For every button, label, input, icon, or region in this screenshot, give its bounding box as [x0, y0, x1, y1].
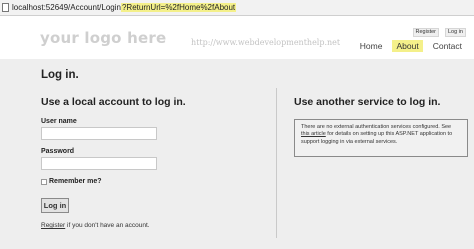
external-auth-message-box: There are no external authentication ser… [294, 119, 468, 157]
site-logo[interactable]: your logo here [40, 29, 166, 47]
main-content: Log in. Use a local account to log in. U… [0, 59, 474, 249]
register-link[interactable]: Register [41, 222, 65, 229]
login-header-link[interactable]: Log in [445, 28, 466, 37]
address-bar[interactable]: localhost:52649/Account/Login?ReturnUrl=… [0, 0, 474, 16]
local-account-heading: Use a local account to log in. [41, 96, 186, 108]
site-header: your logo here http://www.webdevelopment… [0, 16, 474, 59]
register-prompt: Register if you don't have an account. [41, 222, 150, 229]
external-auth-message: There are no external authentication ser… [301, 124, 461, 146]
password-input[interactable] [41, 157, 157, 170]
site-tagline: http://www.webdevelopmenthelp.net [191, 38, 341, 47]
url-text[interactable]: localhost:52649/Account/Login?ReturnUrl=… [12, 2, 237, 14]
url-base: localhost:52649/Account/Login [12, 3, 121, 12]
external-info-before: There are no external authentication ser… [301, 124, 452, 130]
login-button[interactable]: Log in [41, 198, 69, 213]
nav-contact[interactable]: Contact [429, 40, 466, 52]
column-divider [276, 88, 277, 238]
remember-me-label[interactable]: Remember me? [49, 178, 102, 185]
password-label: Password [41, 148, 75, 155]
nav-home[interactable]: Home [356, 40, 387, 52]
url-query-highlight: ?ReturnUrl=%2fHome%2fAbout [120, 3, 237, 12]
account-links: Register Log in [412, 28, 466, 37]
nav-about[interactable]: About [392, 40, 423, 52]
page-icon [2, 3, 9, 12]
page-title: Log in. [41, 69, 79, 81]
register-suffix: if you don't have an account. [65, 222, 150, 229]
username-input[interactable] [41, 127, 157, 140]
this-article-link[interactable]: this article [301, 131, 326, 137]
main-nav: Home About Contact [356, 40, 466, 52]
remember-me-checkbox[interactable] [41, 179, 47, 185]
external-login-heading: Use another service to log in. [294, 96, 441, 108]
register-header-link[interactable]: Register [412, 28, 439, 37]
username-label: User name [41, 118, 77, 125]
